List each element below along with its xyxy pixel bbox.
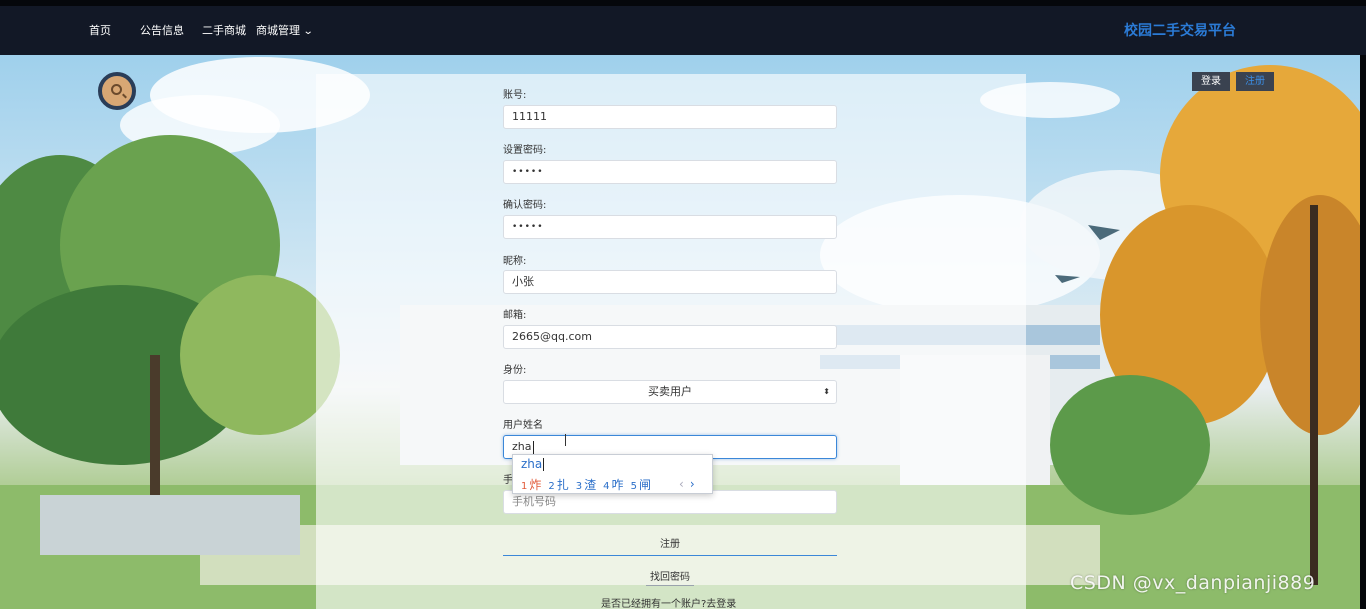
- password-input[interactable]: •••••: [503, 160, 837, 184]
- account-input[interactable]: 11111: [503, 105, 837, 129]
- ime-candidates: 1炸2扎3渣4咋5闸: [521, 476, 658, 493]
- top-navbar: 首页 公告信息 二手商城 商城管理 ⌄ 校园二手交易平台: [0, 6, 1366, 55]
- window-right-edge: [1360, 55, 1366, 609]
- role-select-value: 买卖用户: [648, 385, 692, 398]
- email-label: 邮箱:: [503, 310, 527, 321]
- ime-candidate-char: 扎: [556, 478, 569, 492]
- role-label: 身份:: [503, 365, 527, 376]
- ime-candidate-num: 1: [521, 481, 528, 492]
- updown-arrow-icon: ⬍: [823, 387, 830, 396]
- site-brand: 校园二手交易平台: [1124, 23, 1236, 39]
- nav-home[interactable]: 首页: [89, 22, 111, 38]
- search-button[interactable]: [98, 72, 136, 110]
- ime-candidate-num: 3: [575, 481, 583, 492]
- go-login-link[interactable]: 是否已经拥有一个账户?去登录: [601, 595, 736, 609]
- confirm-password-label: 确认密码:: [503, 200, 547, 211]
- password-label: 设置密码:: [503, 145, 547, 156]
- login-button[interactable]: 登录: [1192, 72, 1230, 91]
- ime-composition-text: zha: [521, 457, 543, 471]
- forgot-password-link[interactable]: 找回密码: [646, 568, 694, 586]
- ime-caret: [543, 458, 545, 471]
- ime-candidate-char: 闸: [638, 478, 651, 492]
- ibeam-cursor-icon: [565, 434, 570, 446]
- ime-candidate[interactable]: 3渣: [576, 478, 596, 492]
- role-select[interactable]: 买卖用户 ⬍: [503, 380, 837, 404]
- register-submit-button[interactable]: 注册: [503, 536, 837, 556]
- ime-next-icon[interactable]: ›: [690, 477, 695, 491]
- realname-label: 用户姓名: [503, 420, 543, 431]
- nickname-label: 昵称:: [503, 256, 527, 267]
- nav-notice[interactable]: 公告信息: [140, 22, 184, 38]
- ime-candidate-num: 2: [548, 481, 555, 492]
- ime-candidate-num: 4: [603, 481, 610, 492]
- ime-page-nav: ‹ ›: [679, 477, 695, 491]
- nav-mall[interactable]: 二手商城: [202, 22, 246, 38]
- search-icon: [111, 84, 122, 95]
- ime-candidate-char: 咋: [611, 478, 624, 492]
- nav-manage-dropdown[interactable]: 商城管理 ⌄: [256, 22, 314, 38]
- text-caret: [532, 440, 534, 454]
- ime-candidate-num: 5: [630, 481, 637, 492]
- account-label: 账号:: [503, 90, 527, 101]
- confirm-password-input[interactable]: •••••: [503, 215, 837, 239]
- chevron-down-icon: ⌄: [302, 26, 314, 37]
- watermark: CSDN @vx_danpianji889: [1070, 572, 1316, 594]
- nickname-input[interactable]: 小张: [503, 270, 837, 294]
- ime-candidate[interactable]: 5闸: [631, 478, 651, 492]
- realname-value: zha: [512, 440, 532, 453]
- ime-prev-icon[interactable]: ‹: [679, 477, 684, 491]
- ime-candidate[interactable]: 4咋: [603, 478, 623, 492]
- register-button[interactable]: 注册: [1236, 72, 1274, 91]
- ime-candidate[interactable]: 1炸: [521, 478, 541, 492]
- nav-manage-label: 商城管理: [256, 24, 300, 37]
- email-input[interactable]: 2665@qq.com: [503, 325, 837, 349]
- ime-candidate[interactable]: 2扎: [548, 478, 568, 492]
- ime-candidate-char: 渣: [584, 478, 597, 492]
- ime-composition: zha: [521, 457, 545, 471]
- ime-candidate-char: 炸: [529, 478, 542, 492]
